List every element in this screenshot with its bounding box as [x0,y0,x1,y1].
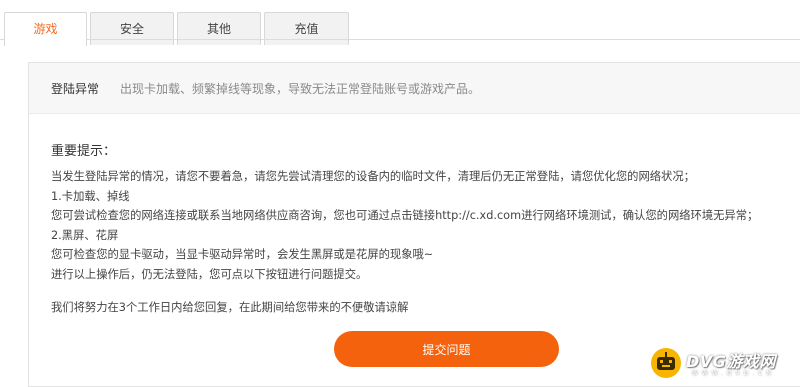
help-panel: 登陆异常 出现卡加载、频繁掉线等现象，导致无法正常登陆账号或游戏产品。 重要提示… [28,62,800,387]
tab-recharge[interactable]: 充值 [264,12,349,45]
tab-games[interactable]: 游戏 [4,12,87,46]
tab-other[interactable]: 其他 [177,12,261,45]
tip-line: 您可尝试检查您的网络连接或联系当地网络供应商咨询，您也可通过点击链接http:/… [51,209,759,222]
tips-heading: 重要提示： [51,144,117,159]
category-name: 登陆异常 [51,82,100,96]
category-bar: 登陆异常 出现卡加载、频繁掉线等现象，导致无法正常登陆账号或游戏产品。 [29,63,800,114]
submit-issue-button[interactable]: 提交问题 [334,331,559,367]
watermark-subtext: WWW.DVG.CN [692,370,775,377]
reply-note: 我们将努力在3个工作日内给您回复，在此期间给您带来的不便敬请谅解 [51,301,409,314]
tab-security[interactable]: 安全 [90,12,174,45]
tip-line: 当发生登陆异常的情况，请您不要着急，请您先尝试清理您的设备内的临时文件，清理后仍… [51,170,695,183]
tip-line: 您可检查您的显卡驱动，当显卡驱动异常时，会发生黑屏或是花屏的现象哦~ [51,248,434,261]
tab-bar: 游戏 安全 其他 充值 [0,6,800,46]
gamepad-robot-icon [651,348,681,378]
tips-body: 当发生登陆异常的情况，请您不要着急，请您先尝试清理您的设备内的临时文件，清理后仍… [51,167,791,284]
watermark-logo: DVG游戏网 WWW.DVG.CN [648,344,796,384]
tab-divider [0,39,800,40]
tip-line: 1.卡加载、掉线 [51,189,130,203]
tip-line: 进行以上操作后，仍无法登陆，您可点以下按钮进行问题提交。 [51,267,368,281]
watermark-text: DVG游戏网 [686,352,776,371]
tip-line: 2.黑屏、花屏 [51,228,119,242]
category-description: 出现卡加载、频繁掉线等现象，导致无法正常登陆账号或游戏产品。 [120,82,481,96]
